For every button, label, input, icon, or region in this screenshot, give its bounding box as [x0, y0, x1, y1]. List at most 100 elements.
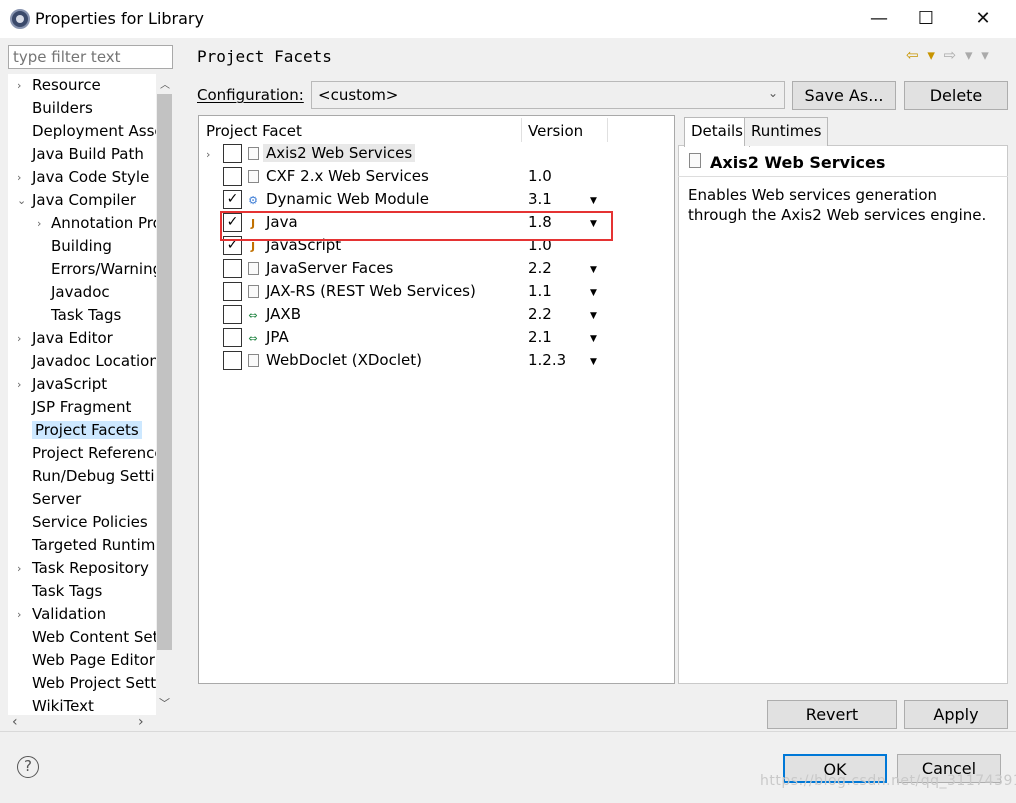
tree-item[interactable]: Targeted Runtimes — [32, 534, 172, 557]
chevron-down-icon: ⌄ — [767, 86, 778, 100]
facet-version[interactable]: 3.1 — [528, 190, 552, 208]
facet-checkbox[interactable] — [223, 351, 242, 370]
chevron-right-icon[interactable]: › — [17, 603, 21, 626]
save-as-button[interactable]: Save As... — [792, 81, 896, 110]
tree-scroll-thumb[interactable] — [157, 94, 172, 650]
tree-item-label: JavaScript — [32, 375, 108, 393]
facet-row[interactable]: JAX-RS (REST Web Services) 1.1 ▼ — [199, 281, 674, 304]
tree-item[interactable]: Javadoc Location — [32, 350, 159, 373]
version-dropdown-icon[interactable]: ▼ — [590, 259, 597, 282]
tree-item-label: Errors/Warnings — [51, 260, 170, 278]
facet-row[interactable]: ⇔ JAXB 2.2 ▼ — [199, 304, 674, 327]
facet-row[interactable]: CXF 2.x Web Services 1.0 — [199, 166, 674, 189]
facet-checkbox[interactable] — [223, 282, 242, 301]
facet-row[interactable]: JavaServer Faces 2.2 ▼ — [199, 258, 674, 281]
facet-version[interactable]: 2.1 — [528, 328, 552, 346]
facet-version[interactable]: 2.2 — [528, 259, 552, 277]
tree-item[interactable]: Javadoc — [51, 281, 110, 304]
version-dropdown-icon[interactable]: ▼ — [590, 282, 597, 305]
tree-item[interactable]: Deployment Assembly — [32, 120, 173, 143]
tree-horizontal-scrollbar[interactable] — [8, 715, 173, 732]
facet-version[interactable]: 2.2 — [528, 305, 552, 323]
tree-item[interactable]: Project Facets — [32, 419, 142, 442]
facet-checkbox[interactable] — [223, 259, 242, 278]
facet-version[interactable]: 1.1 — [528, 282, 552, 300]
scroll-down-icon[interactable]: ﹀ — [159, 695, 170, 711]
facet-checkbox[interactable] — [223, 328, 242, 347]
tab-runtimes[interactable]: Runtimes — [744, 117, 829, 146]
tree-item[interactable]: Java Code Style — [32, 166, 149, 189]
facet-row[interactable]: ✓ ⚙ Dynamic Web Module 3.1 ▼ — [199, 189, 674, 212]
tree-item-label: Task Tags — [32, 582, 103, 600]
tree-item[interactable]: Service Policies — [32, 511, 148, 534]
tree-item[interactable]: Building — [51, 235, 112, 258]
scroll-left-icon[interactable]: ‹ — [12, 714, 18, 730]
column-header-version[interactable]: Version — [528, 122, 583, 140]
watermark: https://blog.csdn.net/qq_31174391 — [760, 773, 1016, 789]
tree-item[interactable]: Run/Debug Settings — [32, 465, 173, 488]
tree-item[interactable]: Web Content Settings — [32, 626, 173, 649]
chevron-down-icon[interactable]: ⌄ — [17, 189, 26, 212]
maximize-button[interactable]: ☐ — [903, 0, 949, 38]
column-header-facet[interactable]: Project Facet — [206, 122, 302, 140]
tree-item[interactable]: Validation — [32, 603, 106, 626]
help-icon[interactable]: ? — [17, 756, 39, 778]
chevron-right-icon[interactable]: › — [17, 373, 21, 396]
chevron-right-icon[interactable]: › — [206, 143, 210, 166]
facet-row[interactable]: › Axis2 Web Services — [199, 143, 674, 166]
facet-row[interactable]: WebDoclet (XDoclet) 1.2.3 ▼ — [199, 350, 674, 373]
chevron-right-icon[interactable]: › — [17, 327, 21, 350]
tree-item-label: Run/Debug Settings — [32, 467, 173, 485]
facet-version[interactable]: 1.2.3 — [528, 351, 566, 369]
tree-item[interactable]: Task Tags — [32, 580, 102, 603]
tree-item[interactable]: WikiText — [32, 695, 94, 715]
tree-item[interactable]: Resource — [32, 74, 101, 97]
version-dropdown-icon[interactable]: ▼ — [590, 305, 597, 328]
tree-item[interactable]: Web Page Editor — [32, 649, 155, 672]
tree-item[interactable]: Task Tags — [51, 304, 121, 327]
tree-item[interactable]: Errors/Warnings — [51, 258, 170, 281]
tree-item[interactable]: Builders — [32, 97, 93, 120]
chevron-right-icon[interactable]: › — [17, 74, 21, 97]
back-arrow-icon[interactable]: ⇦ ▾ — [906, 46, 937, 64]
facet-checkbox[interactable] — [223, 144, 242, 163]
scroll-up-icon[interactable]: ︿ — [160, 76, 170, 91]
apply-button[interactable]: Apply — [904, 700, 1008, 729]
configuration-select[interactable]: <custom> ⌄ — [311, 81, 785, 109]
tree-item[interactable]: Java Editor — [32, 327, 113, 350]
facet-row[interactable]: ⇔ JPA 2.1 ▼ — [199, 327, 674, 350]
minimize-button[interactable]: — — [856, 0, 902, 38]
facet-name: WebDoclet (XDoclet) — [266, 351, 422, 369]
tree-item[interactable]: Java Build Path — [32, 143, 144, 166]
facet-checkbox[interactable] — [223, 167, 242, 186]
filter-input[interactable] — [8, 45, 173, 69]
column-divider — [607, 118, 608, 142]
facet-checkbox[interactable]: ✓ — [223, 190, 242, 209]
tree-item[interactable]: Project References — [32, 442, 171, 465]
tree-item[interactable]: Task Repository — [32, 557, 149, 580]
version-dropdown-icon[interactable]: ▼ — [590, 190, 597, 213]
forward-arrow-icon[interactable]: ⇨ ▾ ▾ — [944, 46, 991, 64]
tree-item[interactable]: JavaScript — [32, 373, 107, 396]
chevron-right-icon[interactable]: › — [17, 557, 21, 580]
java-row-highlight — [220, 211, 613, 241]
delete-button[interactable]: Delete — [904, 81, 1008, 110]
tree-item[interactable]: Java Compiler — [32, 189, 136, 212]
facet-checkbox[interactable] — [223, 305, 242, 324]
facet-name: JAXB — [266, 305, 301, 323]
tree-item[interactable]: Server — [32, 488, 81, 511]
chevron-right-icon[interactable]: › — [37, 212, 41, 235]
version-dropdown-icon[interactable]: ▼ — [590, 351, 597, 374]
chevron-right-icon[interactable]: › — [17, 166, 21, 189]
jpa-icon: ⇔ — [248, 332, 258, 345]
revert-button[interactable]: Revert — [767, 700, 897, 729]
tab-details[interactable]: Details — [684, 117, 751, 147]
close-button[interactable]: ✕ — [960, 0, 1006, 38]
details-title: Axis2 Web Services — [710, 153, 886, 172]
tree-item[interactable]: JSP Fragment — [32, 396, 131, 419]
page-navigation[interactable]: ⇦ ▾ ⇨ ▾ ▾ — [906, 46, 991, 64]
version-dropdown-icon[interactable]: ▼ — [590, 328, 597, 351]
scroll-right-icon[interactable]: › — [138, 714, 144, 730]
tree-item[interactable]: Web Project Settings — [32, 672, 173, 695]
tree-item[interactable]: Annotation Processing — [51, 212, 173, 235]
